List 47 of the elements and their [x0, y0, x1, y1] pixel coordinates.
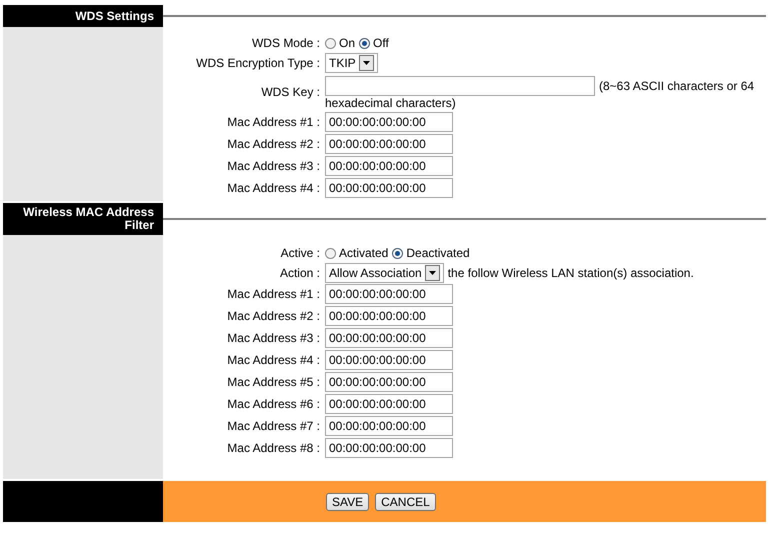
radio-button[interactable]: [325, 248, 336, 258]
mac-address-field[interactable]: 00:00:00:00:00:00: [325, 178, 453, 198]
field-label: Mac Address #7 :: [226, 419, 320, 433]
radio-button[interactable]: [325, 38, 336, 48]
field-label: WDS Encryption Type :: [195, 56, 320, 70]
field-label: Action :: [278, 266, 320, 280]
mac-address-field[interactable]: 00:00:00:00:00:00: [325, 416, 453, 436]
action-select[interactable]: Allow Association: [325, 263, 444, 283]
field-label: Active :: [280, 246, 320, 260]
section-title: Wireless MAC Address Filter: [3, 203, 163, 235]
mac-address-field[interactable]: 00:00:00:00:00:00: [325, 372, 453, 392]
mac-address-field[interactable]: 00:00:00:00:00:00: [325, 350, 453, 370]
field-label: Mac Address #3 :: [226, 331, 320, 345]
mac-address-field[interactable]: 00:00:00:00:00:00: [325, 134, 453, 154]
radio-label: Deactivated: [406, 246, 470, 260]
mac-address-field[interactable]: 00:00:00:00:00:00: [325, 112, 453, 132]
field-label: WDS Key :: [260, 85, 320, 99]
field-label: Mac Address #5 :: [226, 375, 320, 389]
mac-address-field[interactable]: 00:00:00:00:00:00: [325, 306, 453, 326]
help-text: hexadecimal characters): [325, 96, 456, 110]
mac-address-field[interactable]: 00:00:00:00:00:00: [325, 284, 453, 304]
field-label: Mac Address #4 :: [226, 353, 320, 367]
field-label: Mac Address #8 :: [226, 441, 320, 455]
radio-button[interactable]: [359, 38, 370, 48]
field-label: Mac Address #1 :: [226, 115, 320, 129]
mac-address-field[interactable]: 00:00:00:00:00:00: [325, 394, 453, 414]
help-text: the follow Wireless LAN station(s) association.: [448, 266, 694, 280]
field-label: WDS Mode :: [250, 36, 320, 50]
field-label: Mac Address #1 :: [226, 287, 320, 301]
field-label: Mac Address #2 :: [226, 309, 320, 323]
form-button[interactable]: CANCEL: [375, 492, 436, 510]
radio-label: On: [339, 36, 356, 50]
form-button[interactable]: SAVE: [326, 492, 370, 510]
radio-button[interactable]: [392, 248, 404, 258]
help-text: (8~63 ASCII characters or 64: [599, 79, 754, 93]
field-label: Mac Address #6 :: [226, 397, 320, 411]
field-label: Mac Address #2 :: [226, 137, 320, 151]
mac-address-field[interactable]: 00:00:00:00:00:00: [325, 438, 453, 458]
section-title: WDS Settings: [3, 5, 163, 27]
mac-address-field[interactable]: 00:00:00:00:00:00: [325, 328, 453, 348]
wds-key-field[interactable]: [325, 76, 595, 96]
encryption-select[interactable]: TKIP: [325, 53, 378, 73]
mac-address-field[interactable]: 00:00:00:00:00:00: [325, 156, 453, 176]
radio-label: Activated: [339, 246, 388, 260]
radio-label: Off: [373, 36, 389, 50]
field-label: Mac Address #4 :: [226, 181, 320, 195]
field-label: Mac Address #3 :: [226, 159, 320, 173]
